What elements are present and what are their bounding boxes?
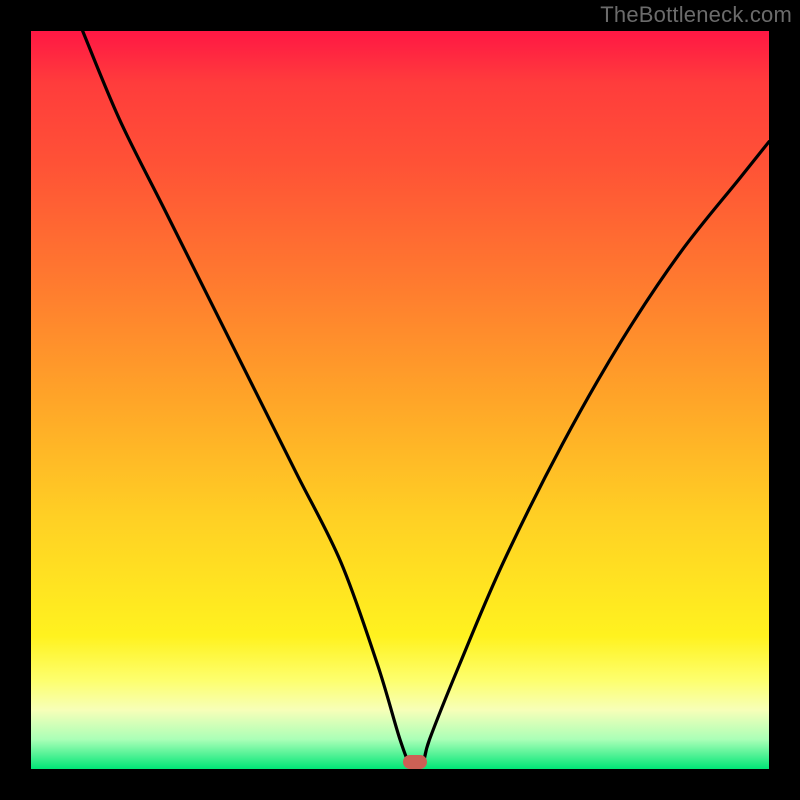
curve-svg	[31, 31, 769, 769]
bottleneck-curve	[83, 31, 769, 769]
watermark-text: TheBottleneck.com	[600, 2, 792, 28]
chart-frame: TheBottleneck.com	[0, 0, 800, 800]
minimum-marker	[403, 755, 427, 769]
plot-area	[31, 31, 769, 769]
